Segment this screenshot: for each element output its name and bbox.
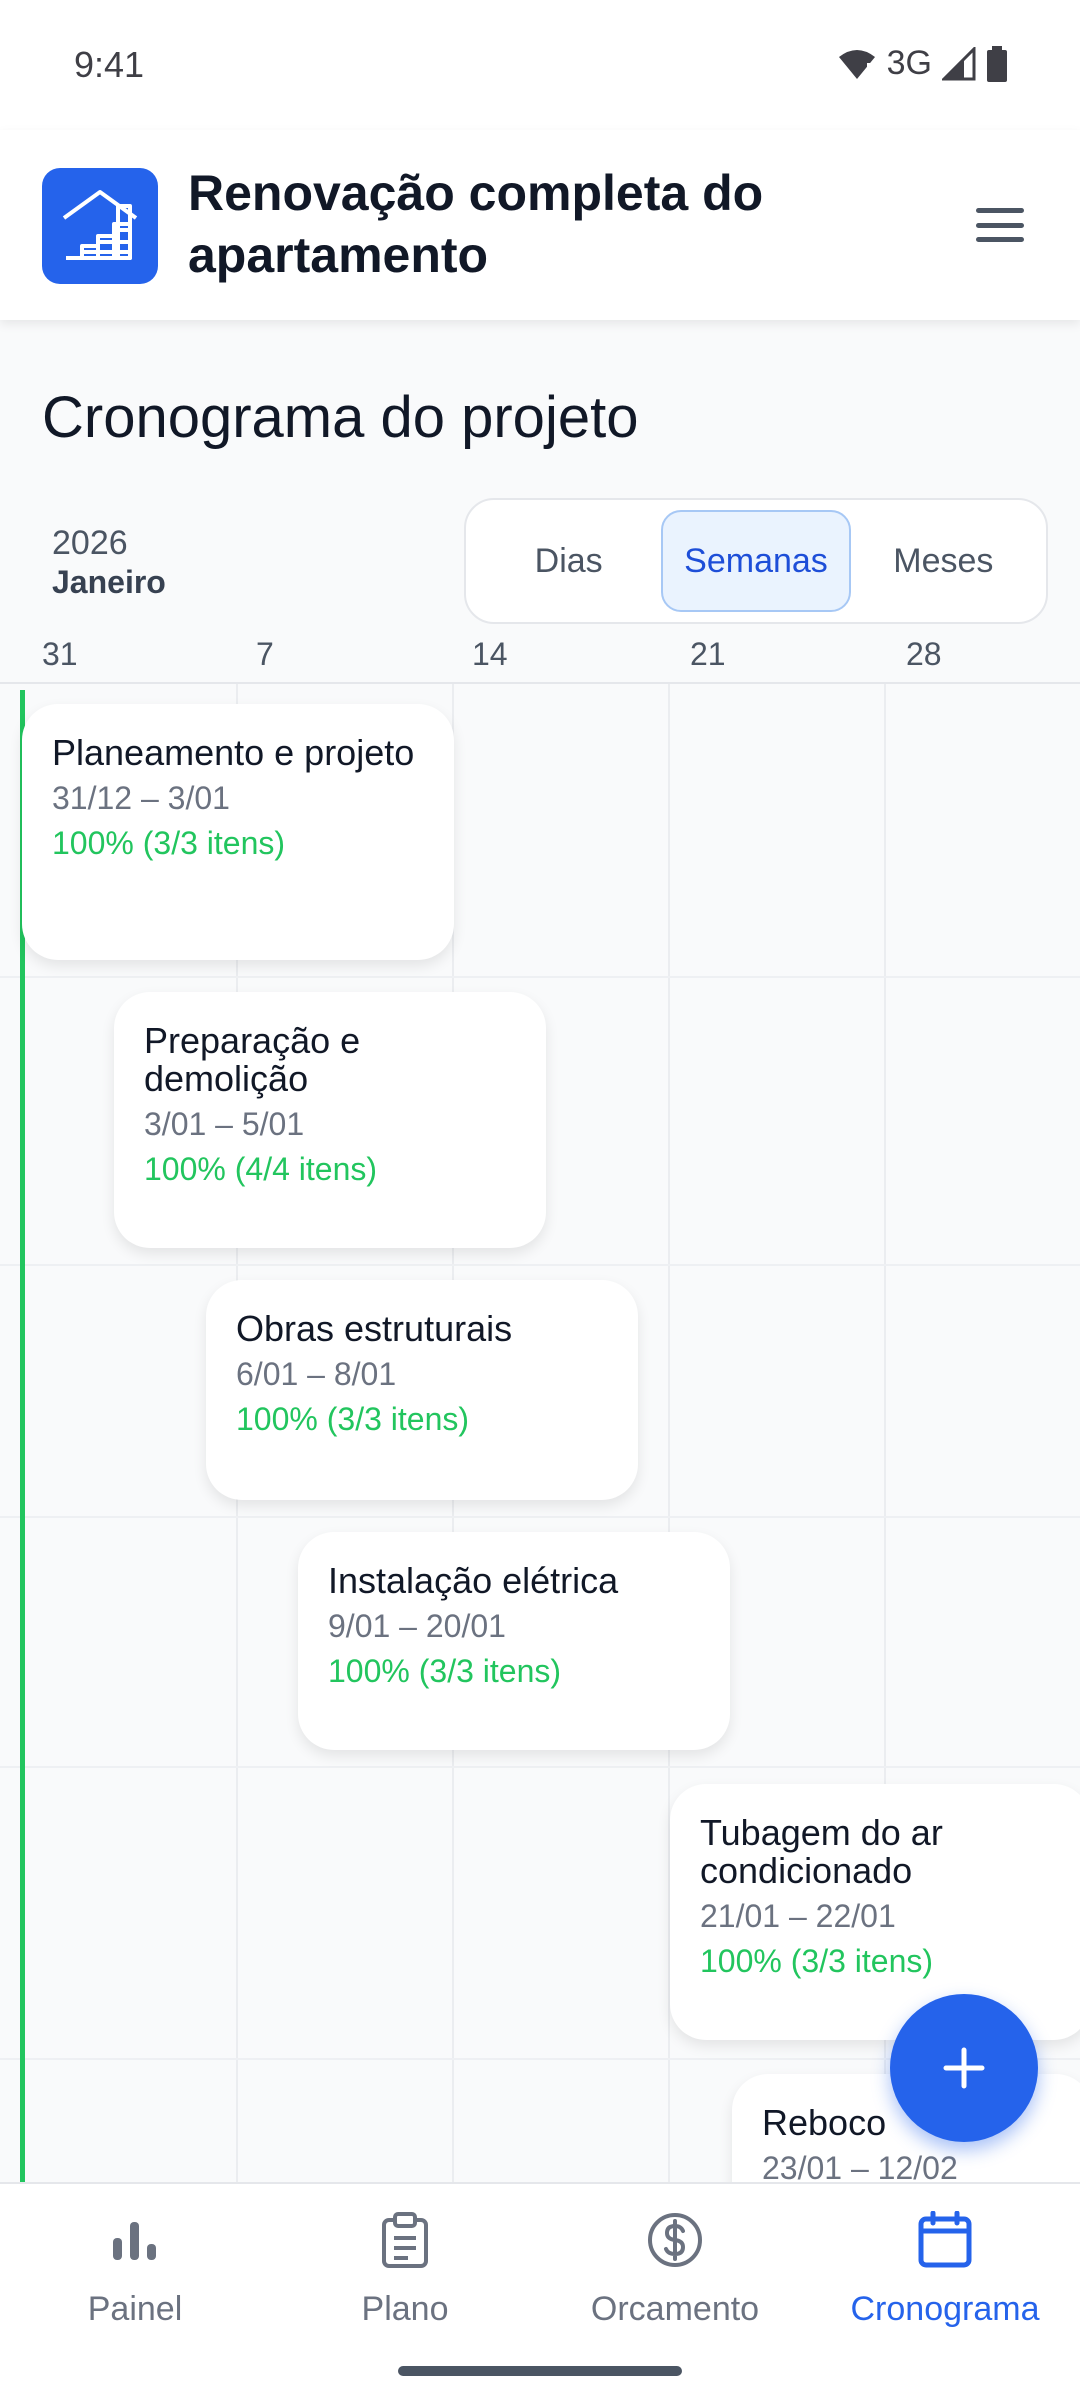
nav-label: Cronograma (850, 2290, 1040, 2328)
nav-item-cronograma[interactable]: Cronograma (810, 2204, 1080, 2329)
nav-label: Painel (87, 2290, 183, 2328)
week-label: 28 (906, 636, 942, 672)
phase-progress: 100% (4/4 itens) (144, 1151, 378, 1187)
view-option-days[interactable]: Dias (476, 510, 661, 612)
row-divider (0, 1264, 1080, 1266)
week-label: 21 (690, 636, 726, 672)
week-label: 7 (256, 636, 274, 672)
phase-dates: 9/01 – 20/01 (328, 1608, 506, 1644)
phase-name: Planeamento e projeto (52, 732, 415, 773)
calendar-icon (917, 2204, 973, 2276)
app-header: Renovação completa do apartamento (0, 130, 1080, 320)
phase-dates: 6/01 – 8/01 (236, 1356, 397, 1392)
add-phase-button[interactable] (890, 1994, 1038, 2142)
home-indicator[interactable] (398, 2366, 682, 2376)
phase-progress: 100% (3/3 itens) (700, 1943, 934, 1979)
phase-progress: 100% (3/3 itens) (328, 1653, 562, 1689)
wifi-icon (837, 47, 877, 81)
building-stairs-icon (42, 168, 158, 284)
menu-button[interactable] (972, 202, 1028, 248)
phase-card[interactable]: Instalação elétrica 9/01 – 20/01 100% (3… (298, 1532, 730, 1750)
view-toggle: Dias Semanas Meses (464, 498, 1048, 624)
phase-card[interactable]: Preparação e demolição 3/01 – 5/01 100% … (114, 992, 546, 1248)
view-option-weeks[interactable]: Semanas (661, 510, 851, 612)
hamburger-menu-icon (976, 208, 1024, 213)
row-divider (0, 1516, 1080, 1518)
phase-progress: 100% (3/3 itens) (236, 1401, 470, 1437)
phase-card[interactable]: Obras estruturais 6/01 – 8/01 100% (3/3 … (206, 1280, 638, 1500)
timeline-axis (0, 682, 1080, 684)
battery-icon (986, 45, 1008, 82)
phase-dates: 21/01 – 22/01 (700, 1898, 896, 1934)
bar-chart-icon (111, 2204, 159, 2276)
phase-dates: 23/01 – 12/02 (762, 2150, 958, 2182)
status-icons: 3G (837, 44, 1008, 83)
signal-icon (942, 46, 976, 81)
nav-label: Orcamento (590, 2290, 760, 2328)
phase-card[interactable]: Planeamento e projeto 31/12 – 3/01 100% … (22, 704, 454, 960)
phase-card[interactable]: Tubagem do ar condicionado 21/01 – 22/01… (670, 1784, 1080, 2040)
schedule-content[interactable]: Cronograma do projeto 2026 Janeiro Dias … (0, 320, 1080, 2182)
network-type: 3G (886, 44, 932, 82)
phase-name: Obras estruturais (236, 1308, 513, 1349)
row-divider (0, 976, 1080, 978)
phase-dates: 31/12 – 3/01 (52, 780, 230, 816)
page-title: Cronograma do projeto (42, 385, 639, 450)
row-divider (0, 1766, 1080, 1768)
clipboard-icon (380, 2204, 430, 2276)
nav-item-orcamento[interactable]: Orcamento (540, 2204, 810, 2329)
phase-name: Tubagem do ar condicionado (700, 1812, 943, 1891)
week-label: 14 (472, 636, 508, 672)
nav-item-painel[interactable]: Painel (0, 2204, 270, 2329)
project-title: Renovação completa do apartamento (188, 165, 764, 283)
nav-item-plano[interactable]: Plano (270, 2204, 540, 2329)
status-bar: 9:41 3G (0, 0, 1080, 130)
plus-icon (943, 2047, 985, 2089)
month-label: Janeiro (52, 564, 166, 600)
phase-name: Instalação elétrica (328, 1560, 619, 1601)
nav-label: Plano (361, 2290, 449, 2328)
year-label: 2026 (52, 524, 128, 562)
dollar-circle-icon (646, 2204, 704, 2276)
phase-progress: 100% (3/3 itens) (52, 825, 286, 861)
week-label: 31 (42, 636, 78, 672)
phase-dates: 3/01 – 5/01 (144, 1106, 305, 1142)
phase-name: Preparação e demolição (144, 1020, 361, 1099)
status-time: 9:41 (74, 44, 145, 85)
view-option-months[interactable]: Meses (851, 510, 1036, 612)
